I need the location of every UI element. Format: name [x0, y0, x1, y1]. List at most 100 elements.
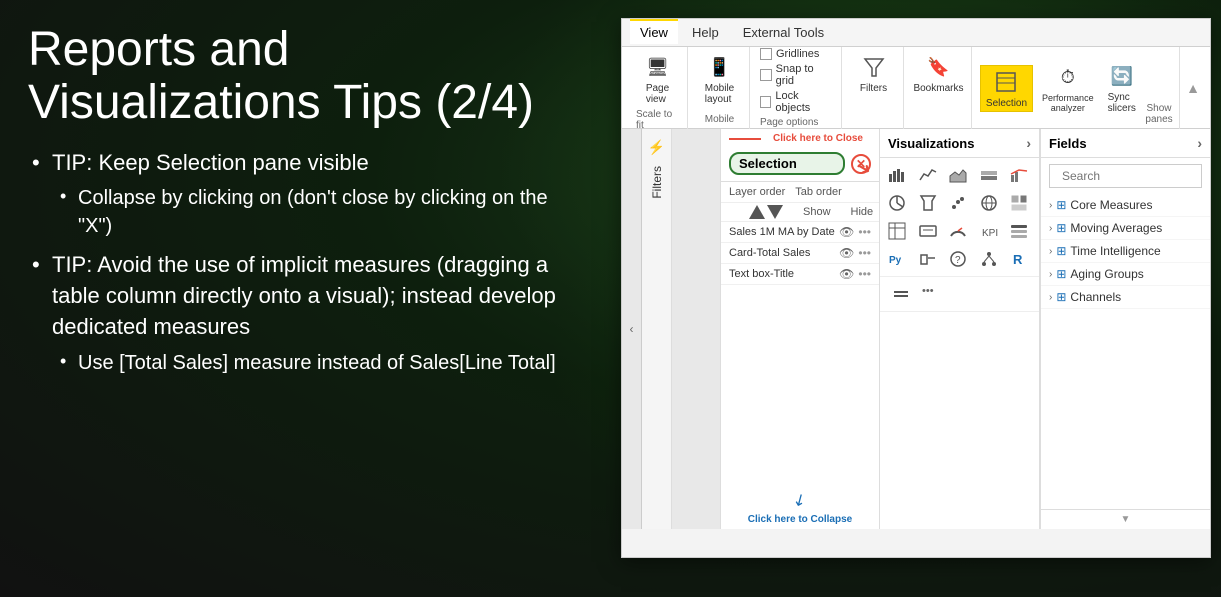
viz-icon-treemap[interactable] — [1006, 190, 1032, 216]
lock-objects-checkbox[interactable] — [760, 96, 771, 108]
search-input[interactable] — [1062, 169, 1217, 183]
viz-icon-gauge[interactable] — [945, 218, 971, 244]
field-group-core-measures[interactable]: › ⊞ Core Measures — [1041, 194, 1210, 217]
viz-icon-slicer[interactable] — [1006, 218, 1032, 244]
mobile-layout-button[interactable]: 📱 Mobilelayout — [699, 51, 740, 107]
viz-icon-funnel[interactable] — [915, 190, 941, 216]
selection-item-1[interactable]: Sales 1M MA by Date 👁 ••• — [721, 222, 879, 243]
viz-icon-line[interactable] — [915, 162, 941, 188]
field-group-time-intelligence[interactable]: › ⊞ Time Intelligence — [1041, 240, 1210, 263]
fields-search-box[interactable] — [1049, 164, 1202, 188]
ribbon-group-show-panes: Selection ⏱ Performanceanalyzer 🔄 Sync s… — [974, 47, 1180, 129]
moving-averages-label: Moving Averages — [1070, 221, 1162, 235]
selection-item-1-label: Sales 1M MA by Date — [729, 226, 835, 238]
collapse-label[interactable]: Click here to Collapse — [740, 510, 860, 529]
viz-icon-card[interactable] — [915, 218, 941, 244]
visibility-icon-2[interactable]: 👁 — [839, 246, 854, 260]
channels-label: Channels — [1070, 290, 1121, 304]
viz-icon-bar[interactable] — [884, 162, 910, 188]
core-measures-label: Core Measures — [1070, 198, 1152, 212]
tab-view[interactable]: View — [630, 19, 678, 44]
viz-icon-scatter[interactable] — [945, 190, 971, 216]
move-down-button[interactable] — [767, 205, 783, 219]
visualizations-pane: Visualizations › — [880, 129, 1040, 529]
aging-groups-table-icon: ⊞ — [1056, 267, 1066, 281]
viz-expand-button[interactable]: › — [1026, 135, 1031, 151]
visibility-icon-3[interactable]: 👁 — [839, 267, 854, 281]
viz-icon-area[interactable] — [945, 162, 971, 188]
page-title: Reports and Visualizations Tips (2/4) — [28, 24, 580, 130]
sub-list-1: Collapse by clicking on (don't close by … — [52, 184, 580, 240]
ribbon-group-page-options: Gridlines Snap to grid Lock objects Page… — [752, 47, 842, 129]
viz-icon-pie[interactable] — [884, 190, 910, 216]
selection-item-2[interactable]: Card-Total Sales 👁 ••• — [721, 243, 879, 264]
time-intelligence-label: Time Intelligence — [1070, 244, 1160, 258]
sync-slicers-label: Sync slicers — [1108, 92, 1136, 114]
fields-more-indicator: ▼ — [1045, 514, 1206, 525]
bookmarks-button[interactable]: 🔖 Bookmarks — [907, 51, 969, 96]
tab-external-tools[interactable]: External Tools — [733, 21, 834, 44]
close-annotation-row: Click here to Close — [721, 129, 879, 146]
lock-objects-option[interactable]: Lock objects — [760, 90, 833, 114]
page-view-icon: 🖥 — [644, 53, 672, 81]
selection-pane-label: Selection — [986, 98, 1027, 109]
viz-icon-kpi[interactable]: KPI — [976, 218, 1002, 244]
selection-item-2-label: Card-Total Sales — [729, 247, 835, 259]
right-panel: View Help External Tools 🖥 Pageview Scal… — [610, 0, 1221, 597]
snap-to-grid-checkbox[interactable] — [760, 69, 772, 81]
viz-icon-qanda[interactable]: ? — [945, 246, 971, 272]
viz-icon-python[interactable]: Py — [884, 246, 910, 272]
more-icon-1[interactable]: ••• — [858, 225, 871, 239]
mobile-group-label: Mobile — [705, 112, 734, 125]
filters-sidebar: ⚡ Filters — [642, 129, 672, 529]
performance-analyzer-label: Performanceanalyzer — [1042, 93, 1094, 113]
selection-pane-button[interactable]: Selection — [980, 65, 1033, 112]
ribbon-scroll-right[interactable]: ▲ — [1182, 47, 1204, 129]
viz-build-visual-area: ••• — [880, 277, 1039, 312]
field-group-moving-averages[interactable]: › ⊞ Moving Averages — [1041, 217, 1210, 240]
gridlines-checkbox[interactable] — [760, 48, 772, 60]
viz-icon-custom1[interactable] — [915, 246, 941, 272]
viz-icon-more1[interactable] — [888, 281, 914, 307]
visibility-icon-1[interactable]: 👁 — [839, 225, 854, 239]
viz-icon-r[interactable]: R — [1006, 246, 1032, 272]
filter-icon[interactable]: ⚡ — [648, 139, 665, 156]
viz-icon-decomp[interactable] — [976, 246, 1002, 272]
performance-analyzer-button[interactable]: ⏱ Performanceanalyzer — [1037, 61, 1099, 115]
sub-text-1-1: Collapse by clicking on (don't close by … — [78, 187, 548, 237]
page-view-label: Pageview — [646, 83, 669, 105]
selection-pane-header: Selection ✕ — [721, 146, 879, 182]
more-icon-2[interactable]: ••• — [858, 246, 871, 260]
viz-icon-combo[interactable] — [1006, 162, 1032, 188]
tab-help[interactable]: Help — [682, 21, 729, 44]
filters-button[interactable]: Filters — [854, 51, 894, 96]
more-icon-3[interactable]: ••• — [858, 267, 871, 281]
viz-pane-title: Visualizations — [888, 136, 1026, 151]
bullet-list: TIP: Keep Selection pane visible Collaps… — [28, 148, 580, 377]
viz-icon-matrix[interactable] — [884, 218, 910, 244]
viz-icon-stacked-bar[interactable] — [976, 162, 1002, 188]
sub-item-2-1: Use [Total Sales] measure instead of Sal… — [52, 349, 580, 377]
field-group-channels[interactable]: › ⊞ Channels — [1041, 286, 1210, 309]
core-measures-expand-icon: › — [1049, 200, 1052, 211]
page-options-label: Page options — [760, 117, 833, 128]
selection-item-3[interactable]: Text box-Title 👁 ••• — [721, 264, 879, 285]
sync-slicers-icon: 🔄 — [1108, 62, 1136, 90]
core-measures-table-icon: ⊞ — [1056, 198, 1066, 212]
field-group-aging-groups[interactable]: › ⊞ Aging Groups — [1041, 263, 1210, 286]
fields-pane-header: Fields › — [1041, 129, 1210, 158]
fields-pane: Fields › › ⊞ Core Measures › ⊞ — [1040, 129, 1210, 529]
fields-expand-button[interactable]: › — [1197, 135, 1202, 151]
click-close-label: Click here to Close — [765, 131, 871, 146]
left-collapse-button[interactable]: ‹ — [622, 129, 642, 529]
gridlines-option[interactable]: Gridlines — [760, 48, 833, 60]
bullet-item-2: TIP: Avoid the use of implicit measures … — [28, 250, 580, 376]
snap-to-grid-option[interactable]: Snap to grid — [760, 63, 833, 87]
page-view-button[interactable]: 🖥 Pageview — [638, 51, 678, 107]
sync-slicers-button[interactable]: 🔄 Sync slicers — [1103, 60, 1141, 116]
ribbon-group-bookmarks: 🔖 Bookmarks — [906, 47, 972, 129]
collapse-arrow-icon: ↙ — [789, 488, 811, 512]
move-up-button[interactable] — [749, 205, 765, 219]
selection-arrows — [749, 205, 783, 219]
viz-icon-map[interactable] — [976, 190, 1002, 216]
